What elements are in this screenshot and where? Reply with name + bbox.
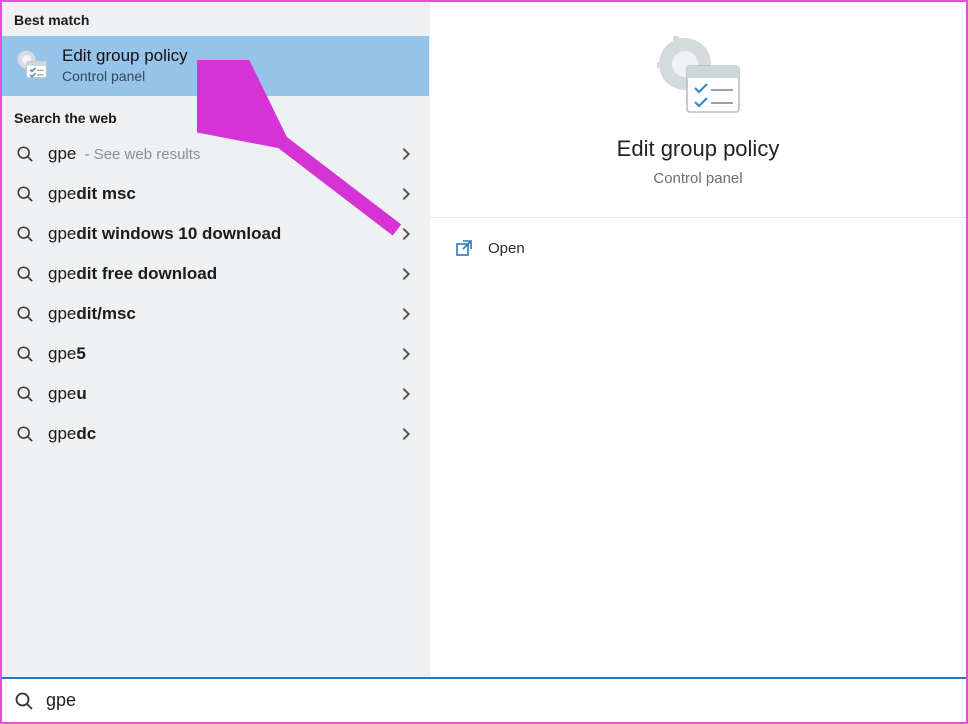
group-policy-icon	[14, 47, 50, 83]
search-icon	[16, 185, 34, 203]
best-match-title: Edit group policy	[62, 46, 188, 66]
open-label: Open	[488, 240, 525, 257]
best-match-header: Best match	[2, 2, 429, 36]
preview-subtitle: Control panel	[653, 170, 742, 187]
web-result-item[interactable]: gpedit windows 10 download	[2, 214, 429, 254]
chevron-right-icon	[397, 425, 415, 443]
open-external-icon	[454, 238, 474, 258]
chevron-right-icon	[397, 265, 415, 283]
web-result-text: gpeu	[48, 384, 87, 404]
web-result-text: gpedit msc	[48, 184, 136, 204]
web-result-item[interactable]: gpedit free download	[2, 254, 429, 294]
search-icon	[16, 305, 34, 323]
web-result-text: gpedit/msc	[48, 304, 136, 324]
web-result-item[interactable]: gpe - See web results	[2, 134, 429, 174]
web-result-left: gpedit free download	[16, 264, 217, 284]
search-icon	[16, 385, 34, 403]
chevron-right-icon	[397, 305, 415, 323]
web-result-item[interactable]: gpedc	[2, 414, 429, 454]
content-area: Best match Edit group policy	[2, 2, 966, 677]
open-action[interactable]: Open	[430, 218, 966, 278]
chevron-right-icon	[397, 225, 415, 243]
search-icon	[14, 691, 34, 711]
web-result-item[interactable]: gpe5	[2, 334, 429, 374]
chevron-right-icon	[397, 345, 415, 363]
group-policy-large-icon	[653, 32, 743, 118]
web-result-left: gpedit windows 10 download	[16, 224, 281, 244]
web-result-left: gpe - See web results	[16, 144, 200, 164]
search-icon	[16, 425, 34, 443]
web-result-item[interactable]: gpeu	[2, 374, 429, 414]
web-result-left: gpedc	[16, 424, 96, 444]
web-result-left: gpedit/msc	[16, 304, 136, 324]
chevron-right-icon	[397, 385, 415, 403]
best-match-text: Edit group policy Control panel	[62, 46, 188, 84]
search-icon	[16, 265, 34, 283]
web-result-text: gpedit free download	[48, 264, 217, 284]
window-frame: Best match Edit group policy	[0, 0, 968, 724]
web-result-note: - See web results	[80, 146, 200, 163]
best-match-result[interactable]: Edit group policy Control panel	[2, 36, 429, 96]
web-result-item[interactable]: gpedit msc	[2, 174, 429, 214]
search-icon	[16, 345, 34, 363]
chevron-right-icon	[397, 145, 415, 163]
preview-hero: Edit group policy Control panel	[430, 2, 966, 218]
web-result-text: gpe5	[48, 344, 86, 364]
search-web-header: Search the web	[2, 96, 429, 134]
web-result-text: gpedit windows 10 download	[48, 224, 281, 244]
search-icon	[16, 225, 34, 243]
web-results-list: gpe - See web results gpedit msc gpedit wi…	[2, 134, 429, 454]
search-icon	[16, 145, 34, 163]
best-match-subtitle: Control panel	[62, 68, 188, 84]
web-result-left: gpeu	[16, 384, 87, 404]
web-result-left: gpe5	[16, 344, 86, 364]
web-result-text: gpedc	[48, 424, 96, 444]
preview-title: Edit group policy	[617, 136, 780, 162]
web-result-item[interactable]: gpedit/msc	[2, 294, 429, 334]
search-input[interactable]	[46, 690, 954, 711]
web-result-left: gpedit msc	[16, 184, 136, 204]
results-pane: Best match Edit group policy	[2, 2, 430, 677]
chevron-right-icon	[397, 185, 415, 203]
search-bar[interactable]	[2, 677, 966, 722]
web-result-text: gpe - See web results	[48, 144, 200, 164]
preview-pane: Edit group policy Control panel Open	[430, 2, 966, 677]
